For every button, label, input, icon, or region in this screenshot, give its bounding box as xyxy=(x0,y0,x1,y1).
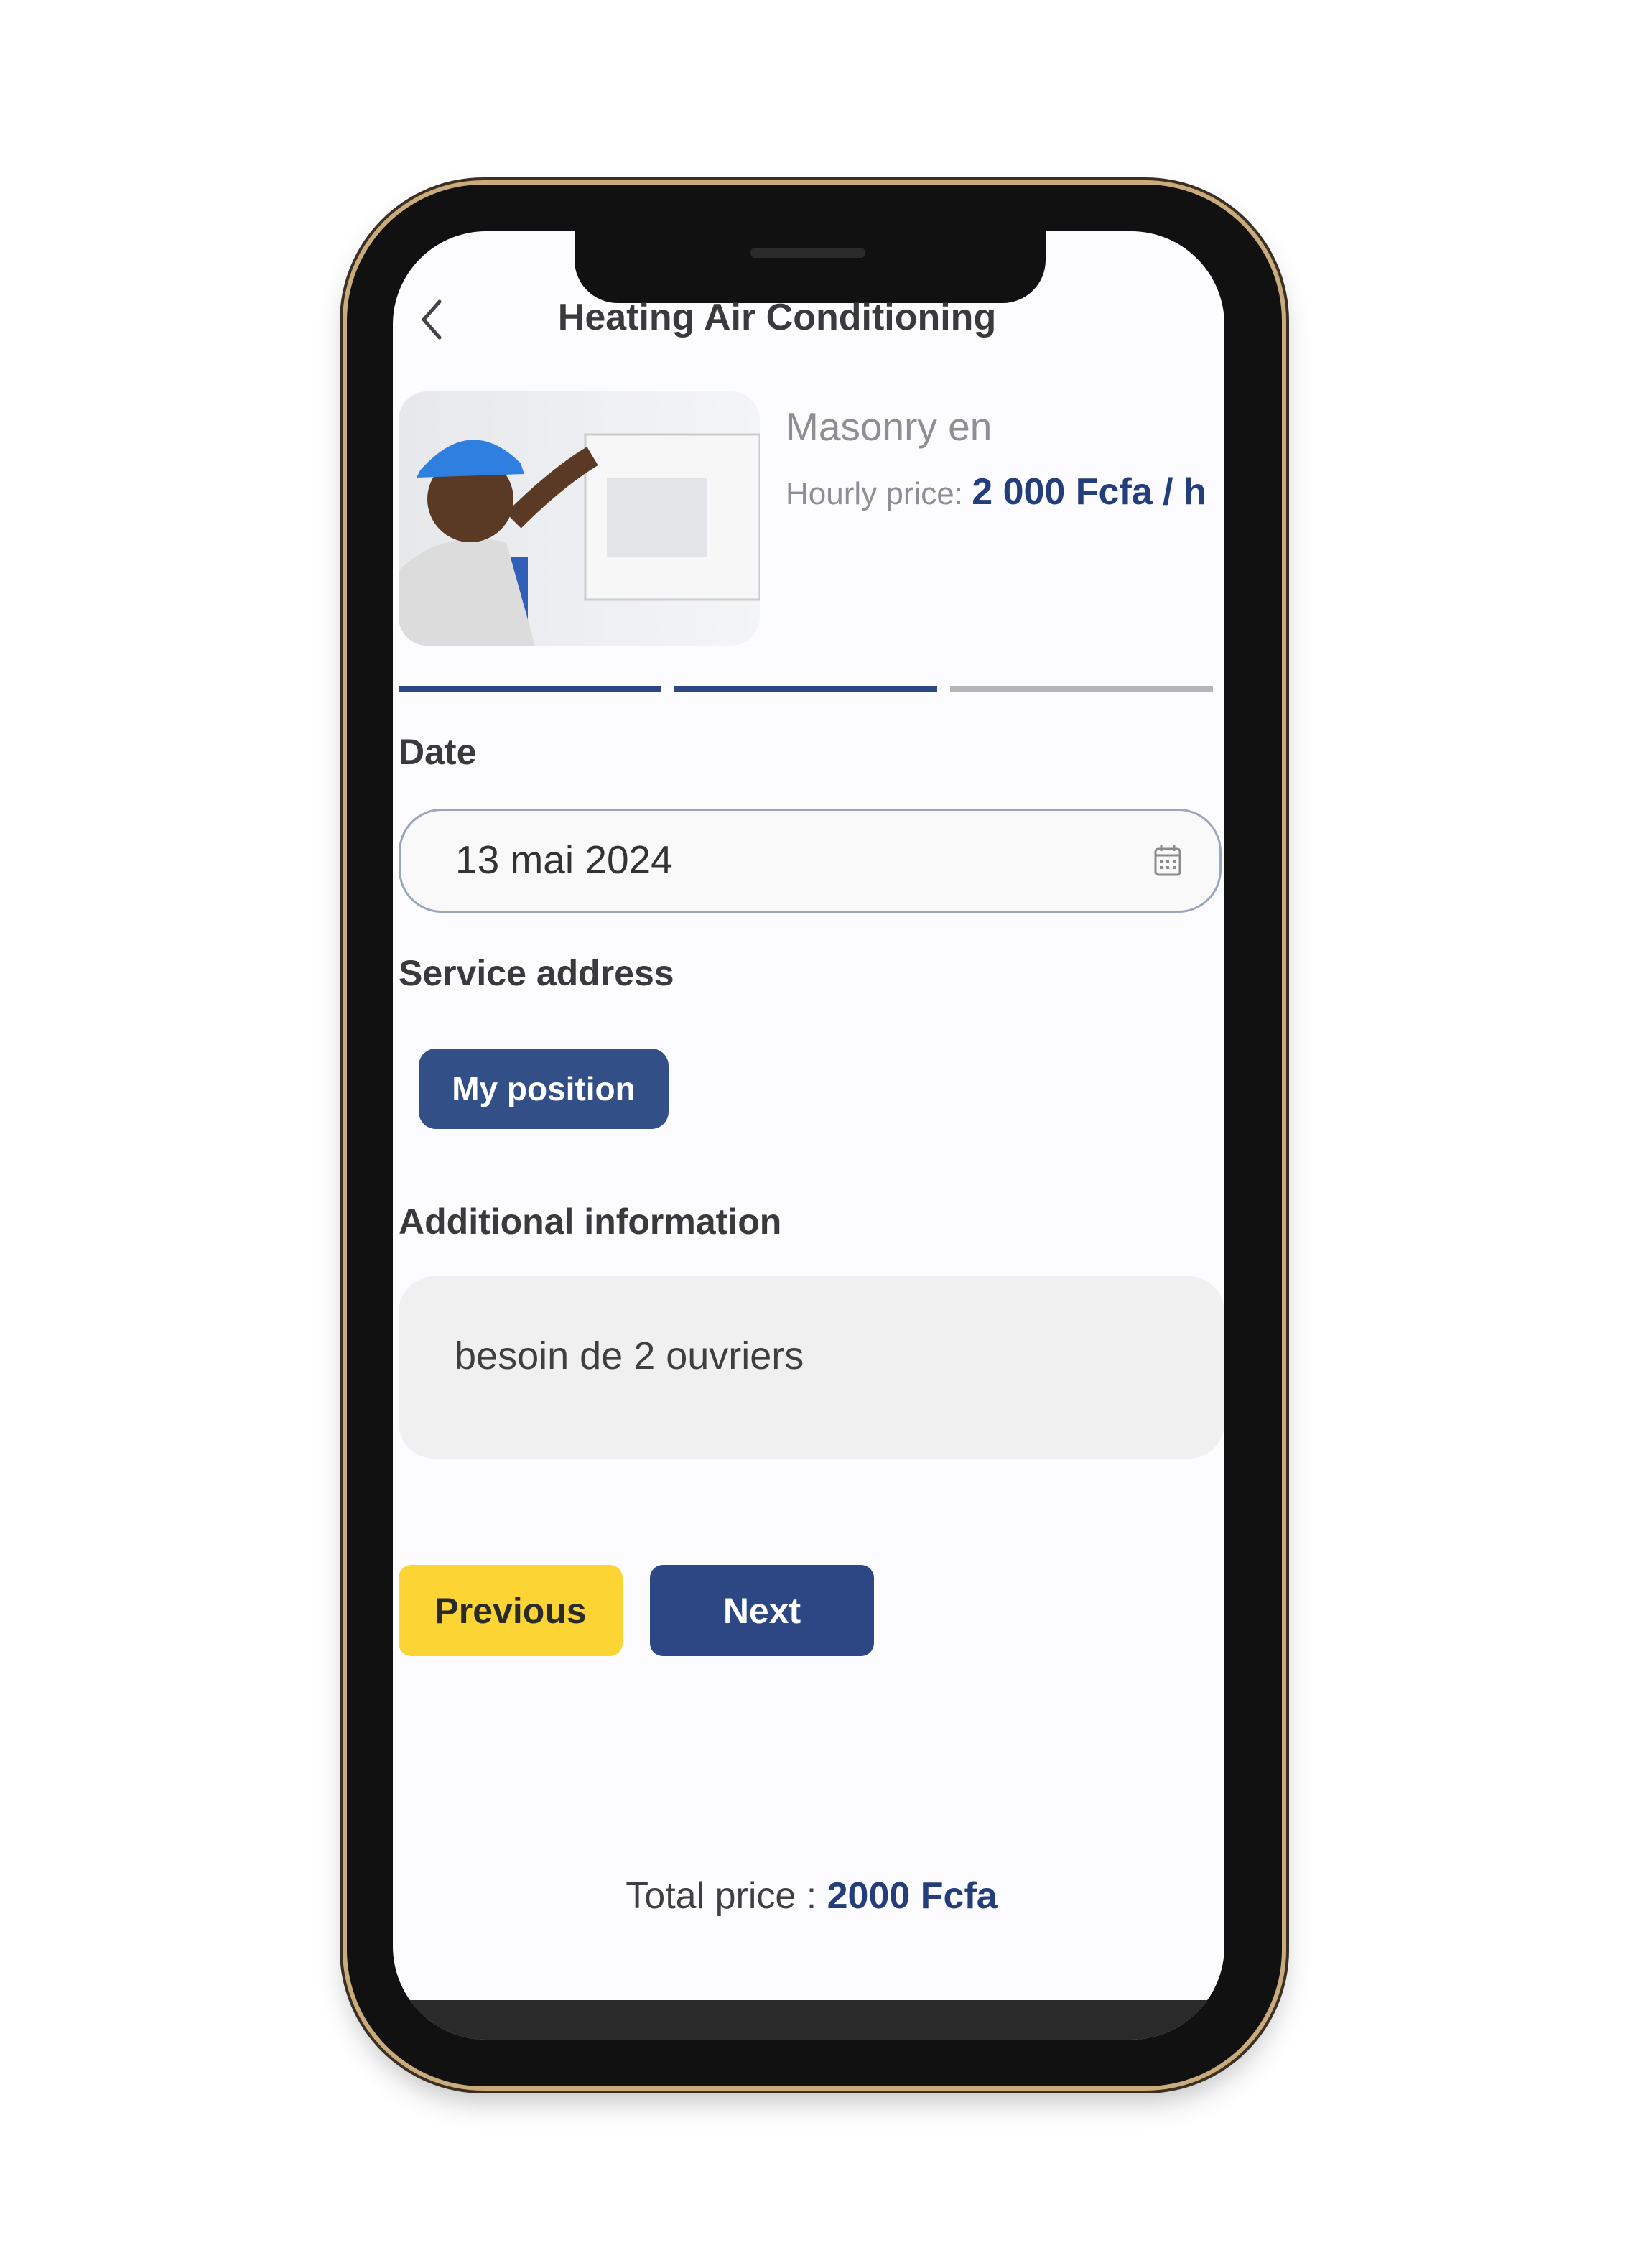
my-position-button[interactable]: My position xyxy=(419,1049,669,1129)
price-label: Hourly price: xyxy=(786,476,963,511)
phone-notch xyxy=(575,226,1046,303)
service-image xyxy=(399,391,760,646)
additional-info-value: besoin de 2 ouvriers xyxy=(455,1334,804,1377)
total-value: 2000 Fcfa xyxy=(827,1875,998,1917)
step-indicator-1 xyxy=(399,686,661,692)
step-indicator-3 xyxy=(950,686,1213,692)
page-title: Heating Air Conditioning xyxy=(557,297,997,338)
previous-button[interactable]: Previous xyxy=(399,1565,623,1656)
speaker-grille xyxy=(750,248,865,258)
price-value: 2 000 Fcfa / h xyxy=(972,471,1206,513)
step-indicator-2 xyxy=(674,686,937,692)
service-address-label: Service address xyxy=(399,953,674,993)
additional-info-input[interactable]: besoin de 2 ouvriers xyxy=(399,1276,1224,1459)
additional-info-label: Additional information xyxy=(399,1202,782,1242)
date-value: 13 mai 2024 xyxy=(455,837,673,882)
next-button[interactable]: Next xyxy=(650,1565,874,1656)
calendar-icon[interactable] xyxy=(1153,844,1182,877)
date-label: Date xyxy=(399,732,477,772)
bottom-bar xyxy=(393,2000,1224,2040)
hourly-price: Hourly price: 2 000 Fcfa / h xyxy=(786,470,1224,513)
date-field[interactable]: 13 mai 2024 xyxy=(399,809,1222,913)
total-label: Total price : xyxy=(626,1875,817,1917)
service-name: Masonry en xyxy=(786,404,992,449)
total-price: Total price : 2000 Fcfa xyxy=(0,1874,1623,1918)
